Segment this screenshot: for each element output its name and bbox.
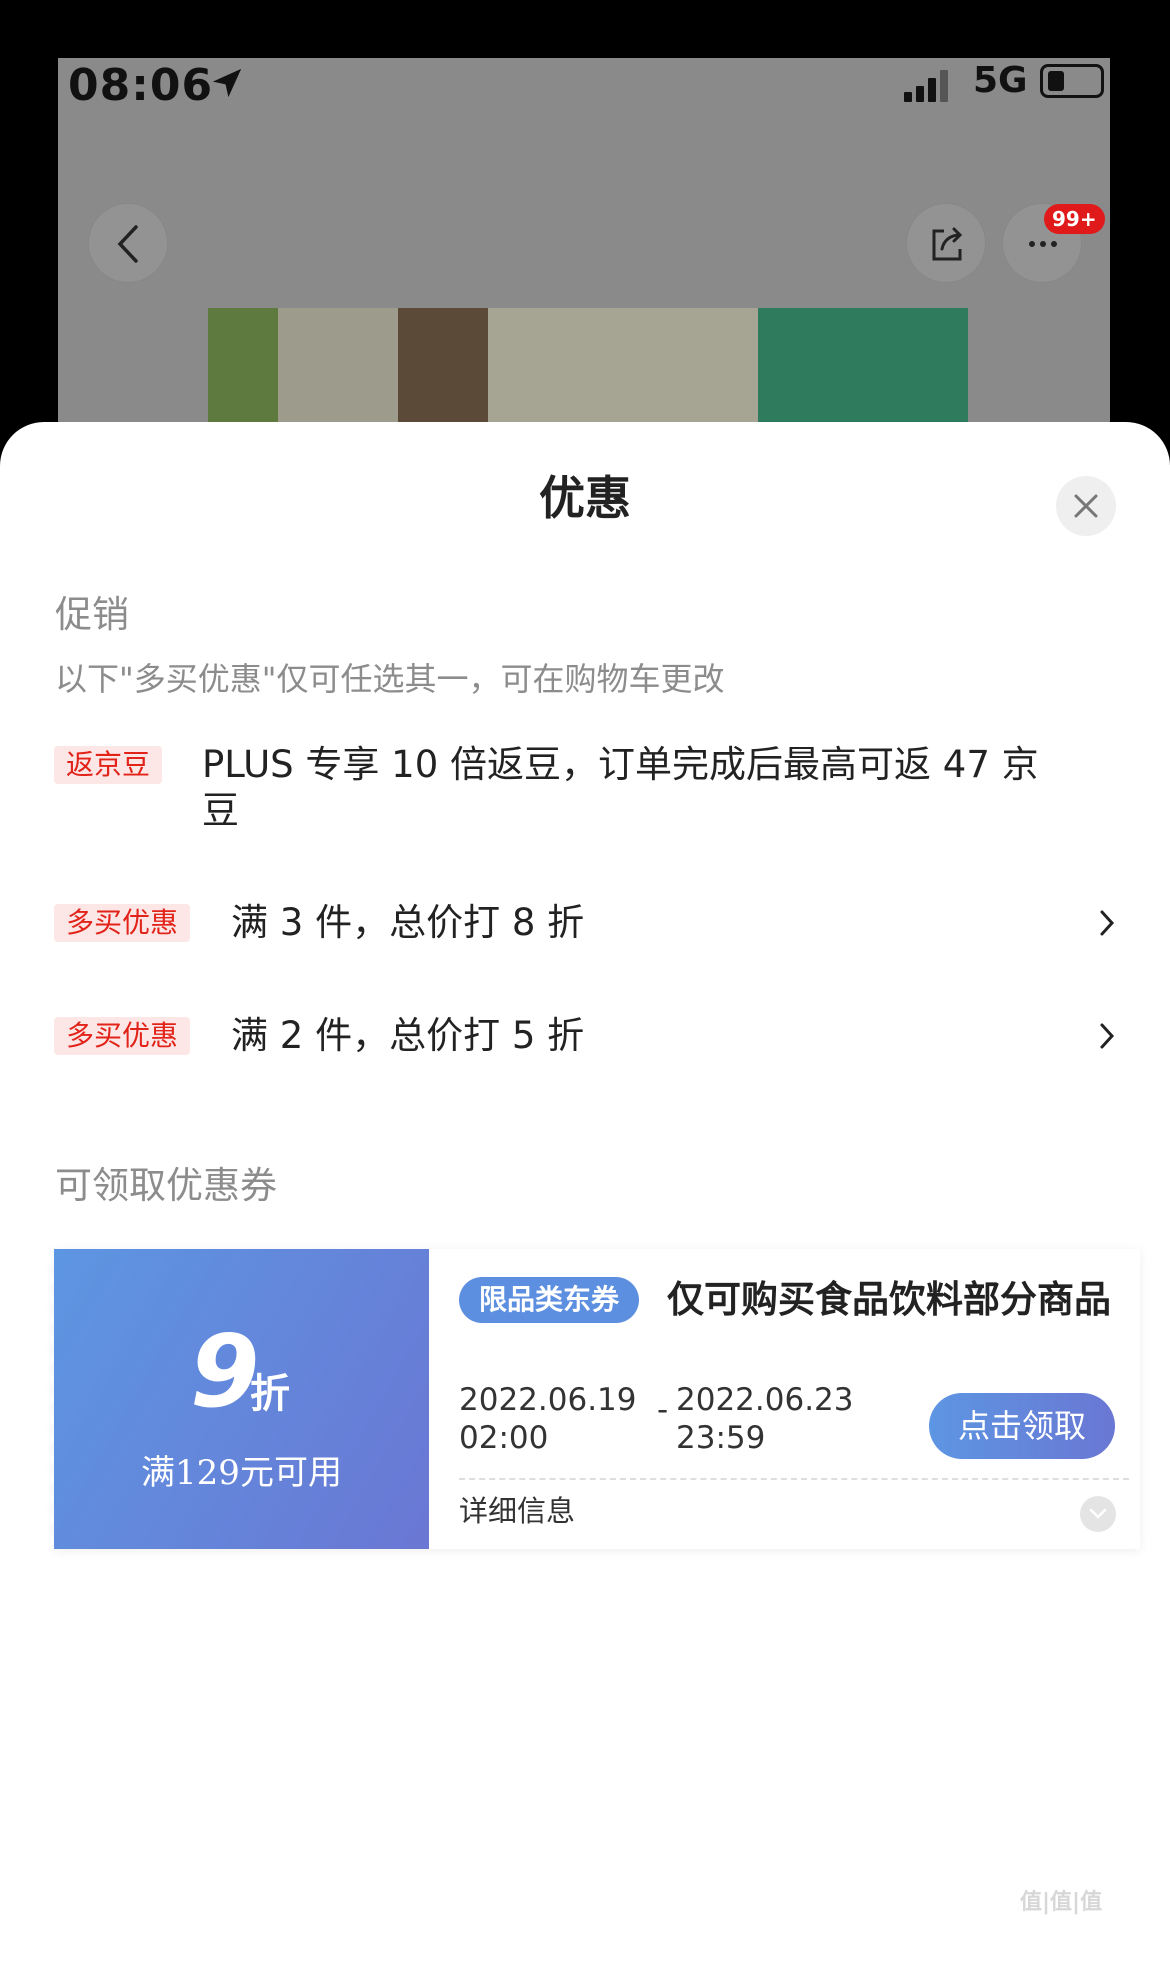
coupon-discount-panel: 9 折 满129元可用 xyxy=(46,1249,429,1549)
location-arrow-icon xyxy=(212,68,242,98)
coupon-description: 仅可购买食品饮料部分商品 xyxy=(667,1278,1111,1321)
promo-text-jingdou: PLUS 专享 10 倍返豆，订单完成后最高可返 47 京 豆 xyxy=(202,742,1039,834)
coupon-section-title: 可领取优惠券 xyxy=(55,1164,277,1207)
battery-icon xyxy=(1040,64,1104,98)
expand-details-button[interactable] xyxy=(1080,1496,1116,1532)
promo-text-line1: PLUS 专享 10 倍返豆，订单完成后最高可返 47 京 xyxy=(202,743,1039,786)
promo-note: 以下"多买优惠"仅可任选其一，可在购物车更改 xyxy=(55,660,725,698)
promo-text-multibuy-1[interactable]: 满 3 件，总价打 8 折 xyxy=(231,900,584,946)
status-time: 08:06 xyxy=(68,60,214,111)
network-type: 5G xyxy=(973,60,1028,101)
background-product-page: 08:06 5G 99+ xyxy=(58,58,1110,458)
watermark: 值|值|值 xyxy=(1020,1890,1103,1915)
chevron-right-icon[interactable] xyxy=(1096,1019,1118,1053)
start-date: 2022.06.19 xyxy=(459,1382,637,1418)
promo-tag-multibuy-2[interactable]: 多买优惠 xyxy=(54,1017,191,1055)
end-date: 2022.06.23 xyxy=(676,1382,854,1418)
promo-text-line2: 豆 xyxy=(202,789,239,832)
sheet-title: 优惠 xyxy=(539,471,631,525)
promo-tag-multibuy-1[interactable]: 多买优惠 xyxy=(54,904,191,942)
discount-condition: 满129元可用 xyxy=(141,1453,342,1493)
chevron-down-icon xyxy=(1089,1508,1107,1519)
promo-tag-jingdou: 返京豆 xyxy=(54,746,163,784)
start-time: 02:00 xyxy=(459,1420,549,1456)
close-button[interactable] xyxy=(1056,476,1116,536)
date-separator: - xyxy=(657,1392,669,1428)
chevron-left-icon xyxy=(117,225,138,263)
offers-sheet: 优惠 促销 以下"多买优惠"仅可任选其一，可在购物车更改 返京豆 PLUS 专享… xyxy=(0,422,1170,1964)
share-icon xyxy=(932,227,963,261)
close-icon xyxy=(1074,494,1098,518)
more-badge: 99+ xyxy=(1044,204,1105,234)
signal-icon xyxy=(904,66,950,102)
coupon-start: 2022.06.19 02:00 xyxy=(459,1381,637,1457)
back-button[interactable] xyxy=(88,203,168,283)
chevron-right-icon[interactable] xyxy=(1096,906,1118,940)
claim-coupon-button[interactable]: 点击领取 xyxy=(929,1393,1115,1459)
promo-text-multibuy-2[interactable]: 满 2 件，总价打 5 折 xyxy=(231,1013,584,1059)
promo-section-title: 促销 xyxy=(55,593,129,636)
end-time: 23:59 xyxy=(676,1420,766,1456)
detail-info-label[interactable]: 详细信息 xyxy=(459,1489,575,1533)
status-bar: 08:06 5G xyxy=(58,58,1110,111)
coupon-end: 2022.06.23 23:59 xyxy=(676,1381,854,1457)
coupon-divider xyxy=(459,1478,1129,1480)
coupon-card: 9 折 满129元可用 限品类东券 仅可购买食品饮料部分商品 2022.06.1… xyxy=(46,1249,1140,1549)
category-tag: 限品类东券 xyxy=(459,1277,640,1323)
share-button[interactable] xyxy=(906,203,986,283)
discount-unit: 折 xyxy=(250,1371,290,1417)
